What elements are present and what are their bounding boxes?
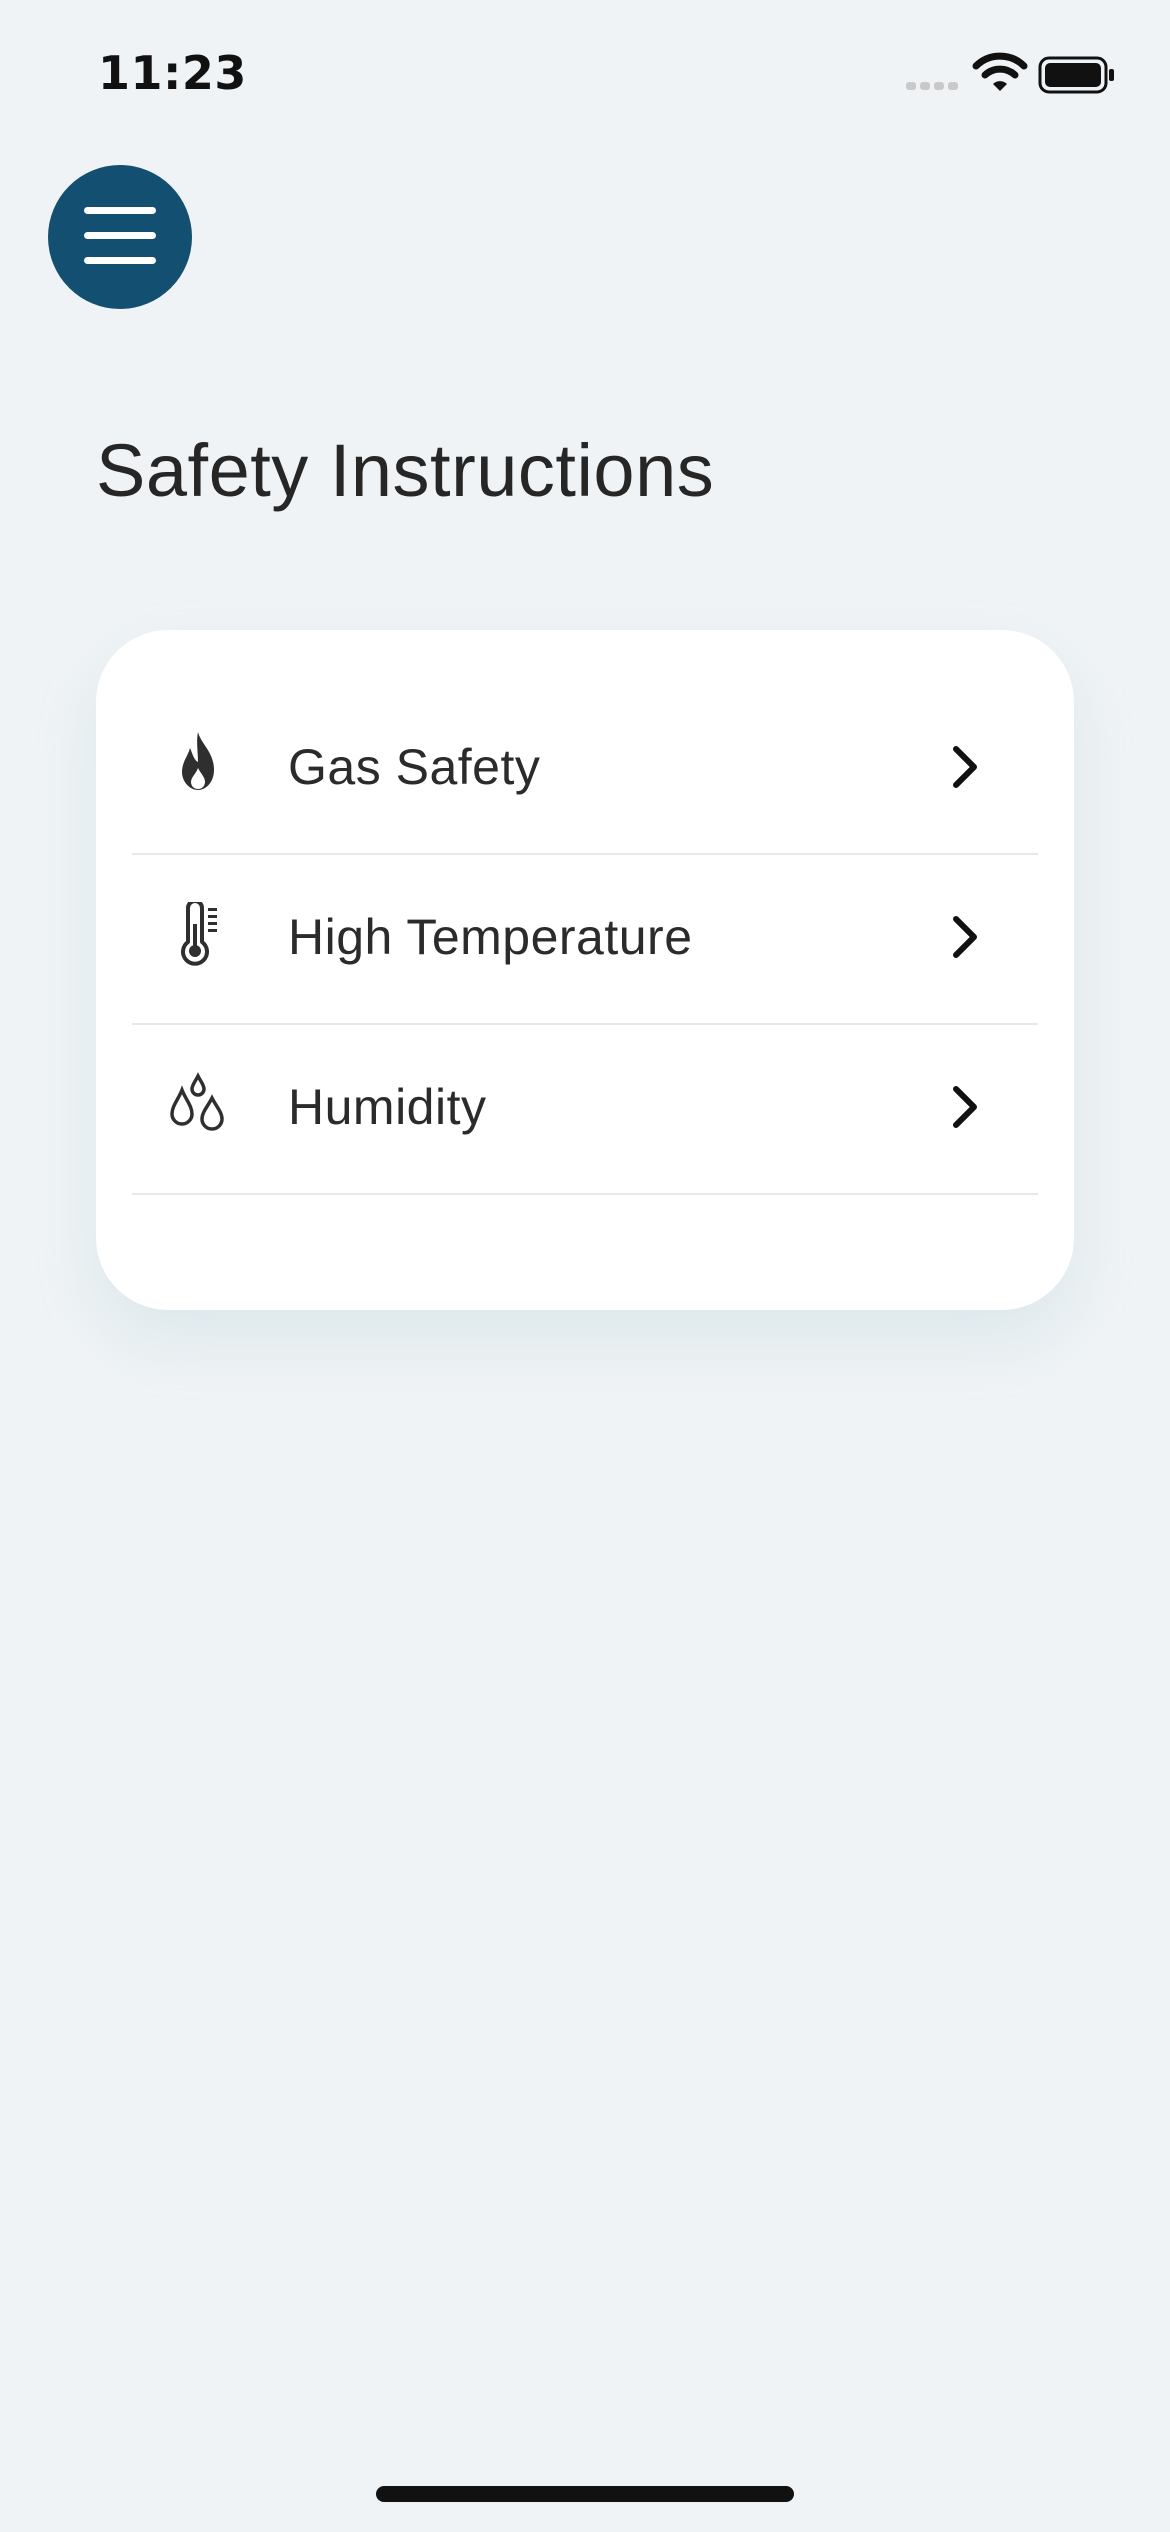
chevron-right-icon: [953, 746, 977, 788]
chevron-right-icon: [953, 1086, 977, 1128]
water-drops-icon: [170, 1072, 224, 1131]
flame-icon: [182, 732, 214, 790]
cellular-signal-icon: [906, 82, 958, 90]
list-item-gas-safety[interactable]: [132, 683, 1038, 855]
list-item-label: Humidity: [288, 1079, 487, 1135]
chevron-right-icon: [953, 916, 977, 958]
page-title: Safety Instructions: [96, 429, 715, 512]
home-indicator[interactable]: [376, 2486, 794, 2502]
status-time: 11:23: [98, 46, 247, 100]
status-bar: 11:23: [0, 0, 1170, 140]
list-item-humidity[interactable]: [132, 1023, 1038, 1195]
list-item-label: Gas Safety: [288, 739, 541, 795]
list-item-label: High Temperature: [288, 909, 693, 965]
wifi-icon: [972, 52, 1028, 91]
menu-button[interactable]: [48, 165, 192, 309]
thermometer-icon: [181, 902, 217, 966]
hamburger-menu-icon: [84, 207, 156, 264]
battery-icon: [1038, 56, 1114, 94]
